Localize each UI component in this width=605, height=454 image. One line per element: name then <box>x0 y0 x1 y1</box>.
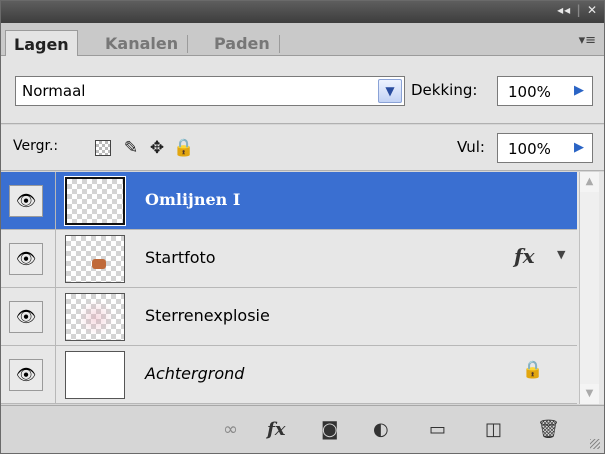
resize-grip[interactable] <box>590 439 600 449</box>
collapse-icon[interactable]: ◂◂ <box>557 3 571 17</box>
chevron-down-icon[interactable]: ▼ <box>378 79 402 103</box>
tab-paden[interactable]: Paden <box>206 30 280 56</box>
layer-thumbnail[interactable] <box>65 235 125 283</box>
layer-effects-icon[interactable]: fx <box>514 244 535 268</box>
close-icon[interactable]: ✕ <box>587 3 598 17</box>
lock-fill-row: Vergr.: ✎ ✥ 🔒 Vul: 100% ▶ <box>1 125 604 171</box>
layers-scrollbar[interactable]: ▲ ▼ <box>579 172 599 404</box>
eye-icon[interactable]: 👁 <box>9 301 43 333</box>
opacity-label: Dekking: <box>411 81 478 99</box>
group-folder-icon[interactable]: ▭ <box>429 420 446 440</box>
titlebar-divider: | <box>576 3 582 17</box>
lock-label: Vergr.: <box>13 138 59 154</box>
layer-row-omlijnen[interactable]: 👁 Omlijnen I <box>1 172 577 230</box>
fill-field[interactable]: 100% ▶ <box>497 133 593 163</box>
fx-icon[interactable]: fx <box>267 420 285 440</box>
panel-tabs: Lagen Kanalen Paden ▾≡ <box>1 23 604 57</box>
opacity-slider-arrow-icon[interactable]: ▶ <box>566 77 592 105</box>
expand-effects-icon[interactable]: ▼ <box>557 248 565 261</box>
panel-menu-icon[interactable]: ▾≡ <box>579 33 596 48</box>
eye-icon[interactable]: 👁 <box>9 185 43 217</box>
fill-value: 100% <box>508 140 551 158</box>
layers-bottom-toolbar: ∞ fx ◙ ◐ ▭ ◫ 🗑 <box>1 405 604 453</box>
blend-mode-select[interactable]: Normaal ▼ <box>15 76 405 106</box>
mask-icon[interactable]: ◙ <box>321 420 338 440</box>
adjustment-icon[interactable]: ◐ <box>373 420 389 440</box>
fill-slider-arrow-icon[interactable]: ▶ <box>566 134 592 162</box>
layer-name[interactable]: Achtergrond <box>145 364 244 383</box>
lock-transparent-icon[interactable] <box>95 138 115 158</box>
layer-thumbnail[interactable] <box>65 293 125 341</box>
eye-icon[interactable]: 👁 <box>9 359 43 391</box>
lock-all-icon[interactable]: 🔒 <box>173 138 194 158</box>
lock-brush-icon[interactable]: ✎ <box>121 138 141 158</box>
layers-list: 👁 Omlijnen I 👁 Startfoto fx ▼ 👁 Sterrene… <box>1 172 604 404</box>
layer-name[interactable]: Sterrenexplosie <box>145 306 270 325</box>
eye-icon[interactable]: 👁 <box>9 243 43 275</box>
layers-panel: ◂◂ | ✕ Lagen Kanalen Paden ▾≡ Normaal ▼ … <box>0 0 605 454</box>
layer-name[interactable]: Omlijnen I <box>145 190 240 209</box>
tab-kanalen[interactable]: Kanalen <box>97 30 189 56</box>
trash-icon[interactable]: 🗑 <box>537 420 560 440</box>
new-layer-icon[interactable]: ◫ <box>485 420 502 440</box>
lock-icon: 🔒 <box>522 360 544 380</box>
blend-opacity-row: Normaal ▼ Dekking: 100% ▶ <box>1 56 604 124</box>
blend-mode-value: Normaal <box>22 82 86 100</box>
scroll-down-icon[interactable]: ▼ <box>580 384 599 404</box>
fill-label: Vul: <box>457 138 485 156</box>
layer-row-startfoto[interactable]: 👁 Startfoto fx ▼ <box>1 230 577 288</box>
layer-name[interactable]: Startfoto <box>145 248 216 267</box>
layer-row-achtergrond[interactable]: 👁 Achtergrond 🔒 <box>1 346 577 404</box>
scroll-up-icon[interactable]: ▲ <box>580 172 599 192</box>
opacity-value: 100% <box>508 83 551 101</box>
lock-move-icon[interactable]: ✥ <box>147 138 167 158</box>
opacity-field[interactable]: 100% ▶ <box>497 76 593 106</box>
layer-row-sterrenexplosie[interactable]: 👁 Sterrenexplosie <box>1 288 577 346</box>
layer-thumbnail[interactable] <box>64 176 126 226</box>
tab-lagen[interactable]: Lagen <box>5 30 78 57</box>
link-layers-icon[interactable]: ∞ <box>223 420 238 440</box>
layer-thumbnail[interactable] <box>65 351 125 399</box>
panel-titlebar: ◂◂ | ✕ <box>1 1 604 23</box>
